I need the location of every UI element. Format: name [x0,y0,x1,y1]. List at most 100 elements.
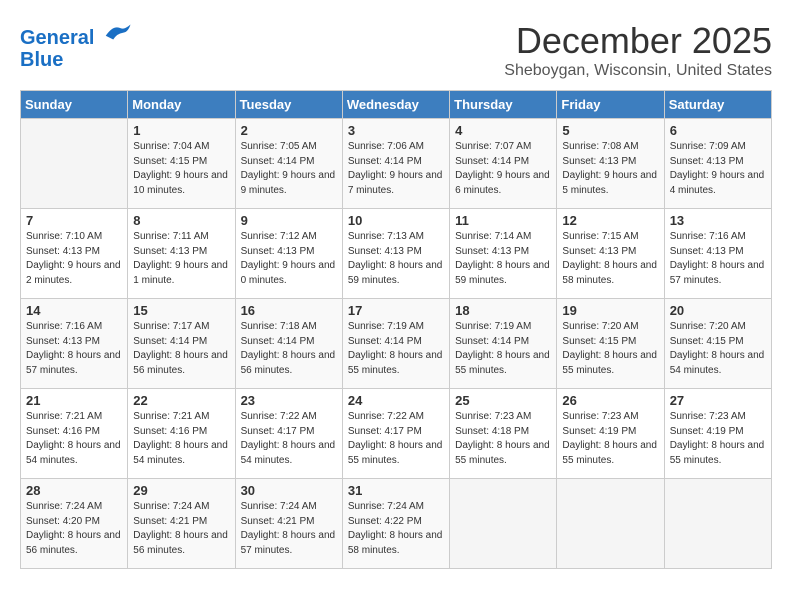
logo-text: General [20,20,132,49]
day-info: Sunrise: 7:15 AMSunset: 4:13 PMDaylight:… [562,230,658,288]
calendar-day-header-sunday: Sunday [21,91,128,119]
day-info: Sunrise: 7:23 AMSunset: 4:19 PMDaylight:… [670,410,766,468]
day-info: Sunrise: 7:16 AMSunset: 4:13 PMDaylight:… [670,230,766,288]
day-info: Sunrise: 7:21 AMSunset: 4:16 PMDaylight:… [26,410,122,468]
calendar-cell: 7 Sunrise: 7:10 AMSunset: 4:13 PMDayligh… [21,209,128,299]
calendar-day-header-monday: Monday [128,91,235,119]
day-info: Sunrise: 7:09 AMSunset: 4:13 PMDaylight:… [670,140,766,198]
calendar-week-row-2: 7 Sunrise: 7:10 AMSunset: 4:13 PMDayligh… [21,209,772,299]
calendar-cell: 27 Sunrise: 7:23 AMSunset: 4:19 PMDaylig… [664,389,771,479]
logo-general: General [20,27,94,49]
day-info: Sunrise: 7:05 AMSunset: 4:14 PMDaylight:… [241,140,337,198]
logo: General Blue [20,20,132,72]
calendar-cell: 11 Sunrise: 7:14 AMSunset: 4:13 PMDaylig… [450,209,557,299]
logo-blue: Blue [20,49,132,72]
day-number: 2 [241,123,337,138]
calendar-week-row-3: 14 Sunrise: 7:16 AMSunset: 4:13 PMDaylig… [21,299,772,389]
day-number: 16 [241,303,337,318]
calendar-cell: 28 Sunrise: 7:24 AMSunset: 4:20 PMDaylig… [21,479,128,569]
calendar-week-row-1: 1 Sunrise: 7:04 AMSunset: 4:15 PMDayligh… [21,119,772,209]
calendar-cell: 14 Sunrise: 7:16 AMSunset: 4:13 PMDaylig… [21,299,128,389]
calendar-day-header-tuesday: Tuesday [235,91,342,119]
day-info: Sunrise: 7:10 AMSunset: 4:13 PMDaylight:… [26,230,122,288]
day-info: Sunrise: 7:21 AMSunset: 4:16 PMDaylight:… [133,410,229,468]
day-number: 31 [348,483,444,498]
day-number: 25 [455,393,551,408]
location-text: Sheboygan, Wisconsin, United States [504,62,772,80]
day-number: 30 [241,483,337,498]
day-number: 5 [562,123,658,138]
calendar-cell: 6 Sunrise: 7:09 AMSunset: 4:13 PMDayligh… [664,119,771,209]
calendar-day-header-wednesday: Wednesday [342,91,449,119]
day-number: 23 [241,393,337,408]
day-number: 19 [562,303,658,318]
day-number: 17 [348,303,444,318]
day-number: 1 [133,123,229,138]
day-info: Sunrise: 7:24 AMSunset: 4:22 PMDaylight:… [348,500,444,558]
calendar-cell: 4 Sunrise: 7:07 AMSunset: 4:14 PMDayligh… [450,119,557,209]
day-number: 3 [348,123,444,138]
calendar-day-header-friday: Friday [557,91,664,119]
day-number: 29 [133,483,229,498]
day-info: Sunrise: 7:08 AMSunset: 4:13 PMDaylight:… [562,140,658,198]
day-number: 7 [26,213,122,228]
day-number: 8 [133,213,229,228]
day-number: 14 [26,303,122,318]
calendar-table: SundayMondayTuesdayWednesdayThursdayFrid… [20,90,772,569]
calendar-cell: 1 Sunrise: 7:04 AMSunset: 4:15 PMDayligh… [128,119,235,209]
day-info: Sunrise: 7:24 AMSunset: 4:21 PMDaylight:… [241,500,337,558]
calendar-cell: 20 Sunrise: 7:20 AMSunset: 4:15 PMDaylig… [664,299,771,389]
day-info: Sunrise: 7:20 AMSunset: 4:15 PMDaylight:… [670,320,766,378]
day-info: Sunrise: 7:23 AMSunset: 4:18 PMDaylight:… [455,410,551,468]
calendar-cell: 21 Sunrise: 7:21 AMSunset: 4:16 PMDaylig… [21,389,128,479]
day-info: Sunrise: 7:04 AMSunset: 4:15 PMDaylight:… [133,140,229,198]
calendar-cell: 9 Sunrise: 7:12 AMSunset: 4:13 PMDayligh… [235,209,342,299]
calendar-week-row-5: 28 Sunrise: 7:24 AMSunset: 4:20 PMDaylig… [21,479,772,569]
calendar-cell: 12 Sunrise: 7:15 AMSunset: 4:13 PMDaylig… [557,209,664,299]
day-info: Sunrise: 7:20 AMSunset: 4:15 PMDaylight:… [562,320,658,378]
day-info: Sunrise: 7:06 AMSunset: 4:14 PMDaylight:… [348,140,444,198]
calendar-cell: 17 Sunrise: 7:19 AMSunset: 4:14 PMDaylig… [342,299,449,389]
day-number: 4 [455,123,551,138]
calendar-day-header-saturday: Saturday [664,91,771,119]
day-info: Sunrise: 7:23 AMSunset: 4:19 PMDaylight:… [562,410,658,468]
day-number: 24 [348,393,444,408]
day-number: 6 [670,123,766,138]
day-info: Sunrise: 7:18 AMSunset: 4:14 PMDaylight:… [241,320,337,378]
day-info: Sunrise: 7:13 AMSunset: 4:13 PMDaylight:… [348,230,444,288]
day-info: Sunrise: 7:14 AMSunset: 4:13 PMDaylight:… [455,230,551,288]
day-number: 15 [133,303,229,318]
calendar-day-header-thursday: Thursday [450,91,557,119]
calendar-header-row: SundayMondayTuesdayWednesdayThursdayFrid… [21,91,772,119]
calendar-cell: 26 Sunrise: 7:23 AMSunset: 4:19 PMDaylig… [557,389,664,479]
calendar-cell: 2 Sunrise: 7:05 AMSunset: 4:14 PMDayligh… [235,119,342,209]
calendar-cell: 25 Sunrise: 7:23 AMSunset: 4:18 PMDaylig… [450,389,557,479]
calendar-cell: 30 Sunrise: 7:24 AMSunset: 4:21 PMDaylig… [235,479,342,569]
logo-bird-icon [102,20,132,44]
page-header: General Blue December 2025 Sheboygan, Wi… [20,20,772,80]
calendar-cell [21,119,128,209]
calendar-cell: 16 Sunrise: 7:18 AMSunset: 4:14 PMDaylig… [235,299,342,389]
day-info: Sunrise: 7:24 AMSunset: 4:20 PMDaylight:… [26,500,122,558]
day-number: 18 [455,303,551,318]
day-number: 9 [241,213,337,228]
calendar-cell: 3 Sunrise: 7:06 AMSunset: 4:14 PMDayligh… [342,119,449,209]
day-info: Sunrise: 7:16 AMSunset: 4:13 PMDaylight:… [26,320,122,378]
day-number: 27 [670,393,766,408]
calendar-cell: 23 Sunrise: 7:22 AMSunset: 4:17 PMDaylig… [235,389,342,479]
day-number: 11 [455,213,551,228]
calendar-cell [664,479,771,569]
day-number: 10 [348,213,444,228]
calendar-cell: 13 Sunrise: 7:16 AMSunset: 4:13 PMDaylig… [664,209,771,299]
day-number: 26 [562,393,658,408]
day-info: Sunrise: 7:17 AMSunset: 4:14 PMDaylight:… [133,320,229,378]
calendar-cell: 22 Sunrise: 7:21 AMSunset: 4:16 PMDaylig… [128,389,235,479]
day-number: 22 [133,393,229,408]
title-section: December 2025 Sheboygan, Wisconsin, Unit… [504,20,772,80]
calendar-cell: 18 Sunrise: 7:19 AMSunset: 4:14 PMDaylig… [450,299,557,389]
calendar-cell: 29 Sunrise: 7:24 AMSunset: 4:21 PMDaylig… [128,479,235,569]
day-number: 12 [562,213,658,228]
calendar-cell: 8 Sunrise: 7:11 AMSunset: 4:13 PMDayligh… [128,209,235,299]
day-number: 13 [670,213,766,228]
calendar-cell: 31 Sunrise: 7:24 AMSunset: 4:22 PMDaylig… [342,479,449,569]
